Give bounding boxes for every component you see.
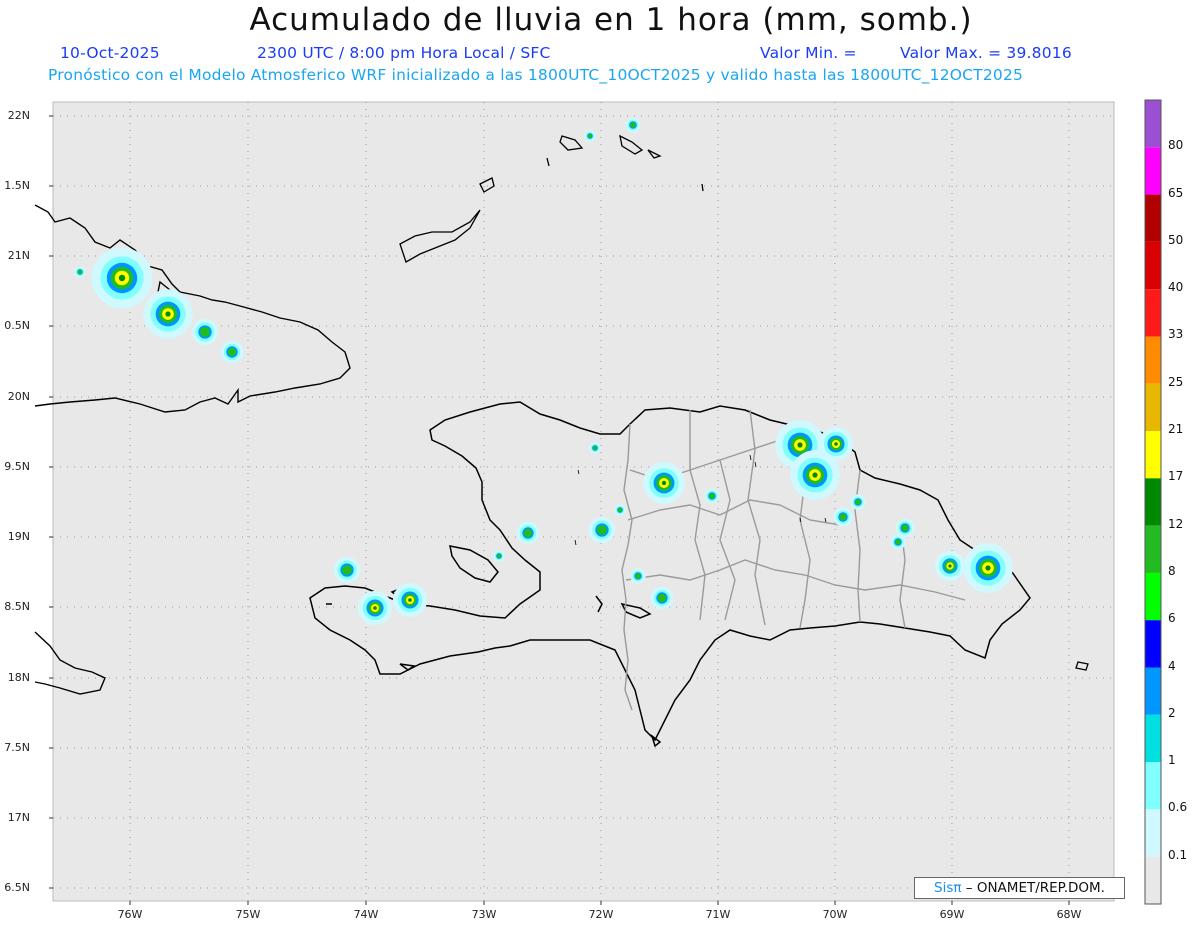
lon-tick-label: 68W (1056, 908, 1082, 921)
colorbar-label: 0.6 (1168, 800, 1188, 815)
colorbar-label: 4 (1168, 658, 1176, 673)
precip-cell-center (661, 480, 667, 486)
lon-tick-label: 72W (588, 908, 614, 921)
colorbar-swatch (1145, 147, 1161, 195)
colorbar-label: 1 (1168, 753, 1176, 768)
precip-cell-center (812, 472, 818, 478)
precip-cell-heavy (855, 499, 861, 505)
precip-cell-heavy (587, 133, 593, 139)
colorbar-swatch (1145, 100, 1161, 148)
colorbar-label: 2 (1168, 705, 1176, 720)
colorbar-label: 12 (1168, 516, 1184, 531)
colorbar-swatch (1145, 431, 1161, 479)
lat-tick-label: 9.5N (4, 460, 30, 473)
lon-tick-label: 70W (822, 908, 848, 921)
precip-cell-center (834, 442, 838, 446)
colorbar-label: 6 (1168, 611, 1176, 626)
colorbar-label: 0.1 (1168, 847, 1188, 862)
colorbar-swatch (1145, 667, 1161, 715)
colorbar-swatch (1145, 762, 1161, 810)
precip-cell-center (797, 442, 803, 448)
lon-tick-label: 74W (353, 908, 379, 921)
sispi-logo: Sisπ (934, 880, 962, 896)
colorbar-label: 17 (1168, 469, 1184, 484)
lat-tick-label: 7.5N (4, 741, 30, 754)
colorbar-swatch (1145, 478, 1161, 526)
precip-cell-heavy (709, 493, 715, 499)
lon-tick-label: 73W (471, 908, 497, 921)
colorbar-swatch (1145, 856, 1161, 904)
precip-cell-heavy (592, 445, 598, 451)
lat-tick-label: 8.5N (4, 600, 30, 613)
colorbar-label: 40 (1168, 280, 1184, 295)
colorbar-swatch (1145, 809, 1161, 857)
colorbar-label: 65 (1168, 185, 1184, 200)
precip-cell-heavy (200, 327, 210, 337)
colorbar-swatch (1145, 289, 1161, 337)
colorbar-swatch (1145, 383, 1161, 432)
lon-tick-label: 71W (705, 908, 731, 921)
precip-cell-center (948, 564, 952, 568)
lat-tick-label: 18N (7, 671, 30, 684)
precip-cell-heavy (617, 507, 623, 513)
colorbar-swatch (1145, 194, 1161, 242)
precip-cell-heavy (630, 122, 636, 128)
credit-box: Sisπ – ONAMET/REP.DOM. (914, 877, 1125, 899)
colorbar-label: 21 (1168, 422, 1184, 437)
precip-cell-heavy (597, 525, 607, 535)
precip-cell-heavy (895, 539, 901, 545)
colorbar-label: 33 (1168, 327, 1184, 342)
lat-tick-label: 20N (7, 390, 30, 403)
colorbar-label: 80 (1168, 138, 1184, 153)
colorbar-label: 8 (1168, 563, 1176, 578)
colorbar-label: 50 (1168, 232, 1184, 247)
map-background (52, 101, 1115, 902)
precip-cell-center (165, 311, 171, 317)
precip-cell-heavy (657, 593, 667, 603)
precip-cell-heavy (635, 573, 641, 579)
precip-cell-heavy (523, 528, 533, 538)
colorbar-swatch (1145, 525, 1161, 573)
precip-cell-heavy (342, 565, 352, 575)
credit-text: – ONAMET/REP.DOM. (961, 880, 1105, 896)
lat-tick-label: 0.5N (4, 319, 30, 332)
precip-cell-heavy (496, 553, 502, 559)
lon-tick-label: 76W (117, 908, 143, 921)
lon-tick-label: 75W (235, 908, 261, 921)
precip-cell-center (408, 598, 412, 602)
lon-tick-label: 69W (939, 908, 965, 921)
lat-tick-label: 1.5N (4, 179, 30, 192)
colorbar (1144, 99, 1162, 905)
precip-cell-center (373, 606, 377, 610)
precip-cell-heavy (839, 513, 847, 521)
precip-cell-center (118, 274, 126, 282)
colorbar-swatch (1145, 620, 1161, 668)
lat-tick-label: 6.5N (4, 881, 30, 894)
lat-tick-label: 21N (7, 249, 30, 262)
colorbar-swatch (1145, 714, 1161, 763)
precip-cell-heavy (227, 347, 237, 357)
lat-tick-label: 17N (7, 811, 30, 824)
colorbar-swatch (1145, 572, 1161, 621)
colorbar-swatch (1145, 336, 1161, 384)
colorbar-label: 25 (1168, 374, 1184, 389)
lat-tick-label: 19N (7, 530, 30, 543)
lat-tick-label: 22N (7, 109, 30, 122)
precip-cell-center (985, 565, 991, 571)
precip-cell-heavy (77, 269, 83, 275)
precipitation-map (34, 99, 1162, 905)
precip-cell-heavy (901, 524, 909, 532)
colorbar-swatch (1145, 241, 1161, 290)
